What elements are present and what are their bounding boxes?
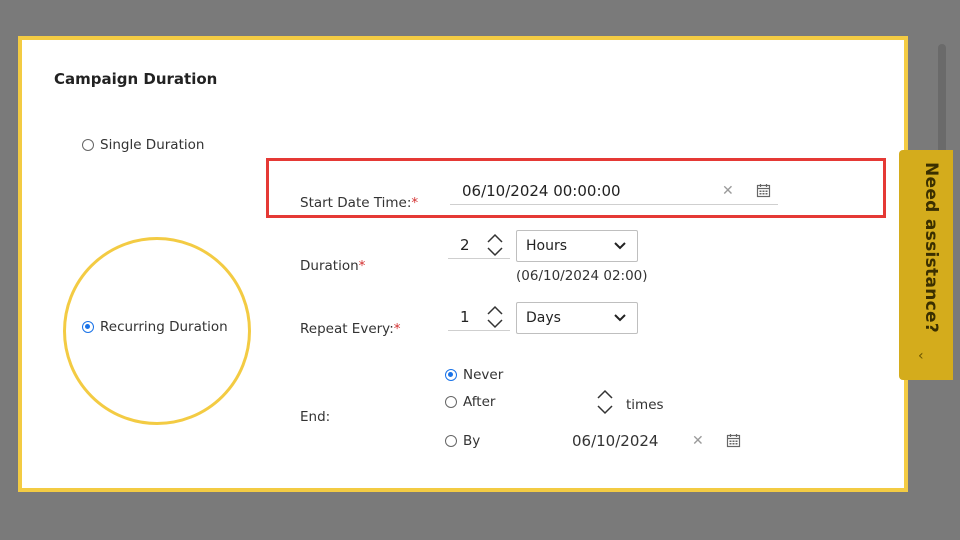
duration-unit-value: Hours — [526, 238, 568, 254]
duration-label: Duration* — [300, 258, 366, 274]
required-asterisk: * — [411, 195, 419, 211]
single-duration-radio[interactable] — [82, 138, 94, 151]
end-by-date-field[interactable]: 06/10/2024 ✕ — [562, 428, 752, 454]
calendar-icon[interactable] — [726, 433, 741, 448]
campaign-duration-panel: Campaign Duration Single Duration Recurr… — [18, 36, 908, 492]
repeat-number-field[interactable]: 1 — [448, 304, 510, 331]
repeat-unit-select[interactable]: Days — [516, 302, 638, 334]
end-never-radio[interactable] — [445, 368, 457, 381]
clear-icon[interactable]: ✕ — [692, 433, 704, 449]
single-duration-label: Single Duration — [100, 136, 205, 153]
repeat-value: 1 — [460, 308, 470, 326]
chevron-left-icon: ‹ — [918, 348, 924, 364]
required-asterisk: * — [358, 258, 366, 274]
stepper-icon[interactable] — [486, 304, 504, 330]
scrollbar[interactable] — [938, 44, 946, 154]
stepper-icon[interactable] — [486, 232, 504, 258]
repeat-every-label: Repeat Every:* — [300, 321, 401, 337]
start-datetime-label: Start Date Time:* — [300, 195, 419, 211]
start-datetime-value: 06/10/2024 00:00:00 — [462, 182, 621, 200]
duration-value: 2 — [460, 236, 470, 254]
single-duration-option[interactable]: Single Duration — [82, 134, 204, 153]
duration-number-field[interactable]: 2 — [448, 232, 510, 259]
end-after-radio[interactable] — [445, 395, 457, 408]
times-label: times — [626, 397, 664, 413]
end-by-option[interactable]: By — [445, 430, 480, 449]
need-assistance-tab[interactable]: Need assistance? ‹ — [899, 150, 953, 380]
repeat-unit-value: Days — [526, 310, 561, 326]
chevron-down-icon — [614, 314, 626, 322]
end-after-label: After — [463, 393, 496, 410]
end-never-option[interactable]: Never — [445, 364, 503, 383]
duration-end-preview: (06/10/2024 02:00) — [516, 268, 648, 284]
recurring-duration-option[interactable]: Recurring Duration — [82, 316, 228, 335]
end-by-label: By — [463, 432, 481, 449]
end-by-date-value: 06/10/2024 — [572, 432, 659, 450]
required-asterisk: * — [393, 321, 401, 337]
recurring-duration-radio[interactable] — [82, 320, 94, 333]
stepper-icon[interactable] — [596, 388, 614, 416]
need-assistance-label: Need assistance? — [921, 162, 941, 333]
end-never-label: Never — [463, 366, 504, 383]
end-label: End: — [300, 409, 331, 425]
end-by-radio[interactable] — [445, 434, 457, 447]
chevron-down-icon — [614, 242, 626, 250]
recurring-duration-label: Recurring Duration — [100, 318, 228, 335]
section-title: Campaign Duration — [54, 70, 218, 88]
duration-unit-select[interactable]: Hours — [516, 230, 638, 262]
start-datetime-field[interactable]: 06/10/2024 00:00:00 ✕ — [450, 178, 778, 205]
end-after-option[interactable]: After — [445, 391, 495, 410]
clear-icon[interactable]: ✕ — [722, 183, 734, 199]
calendar-icon[interactable] — [756, 183, 771, 198]
